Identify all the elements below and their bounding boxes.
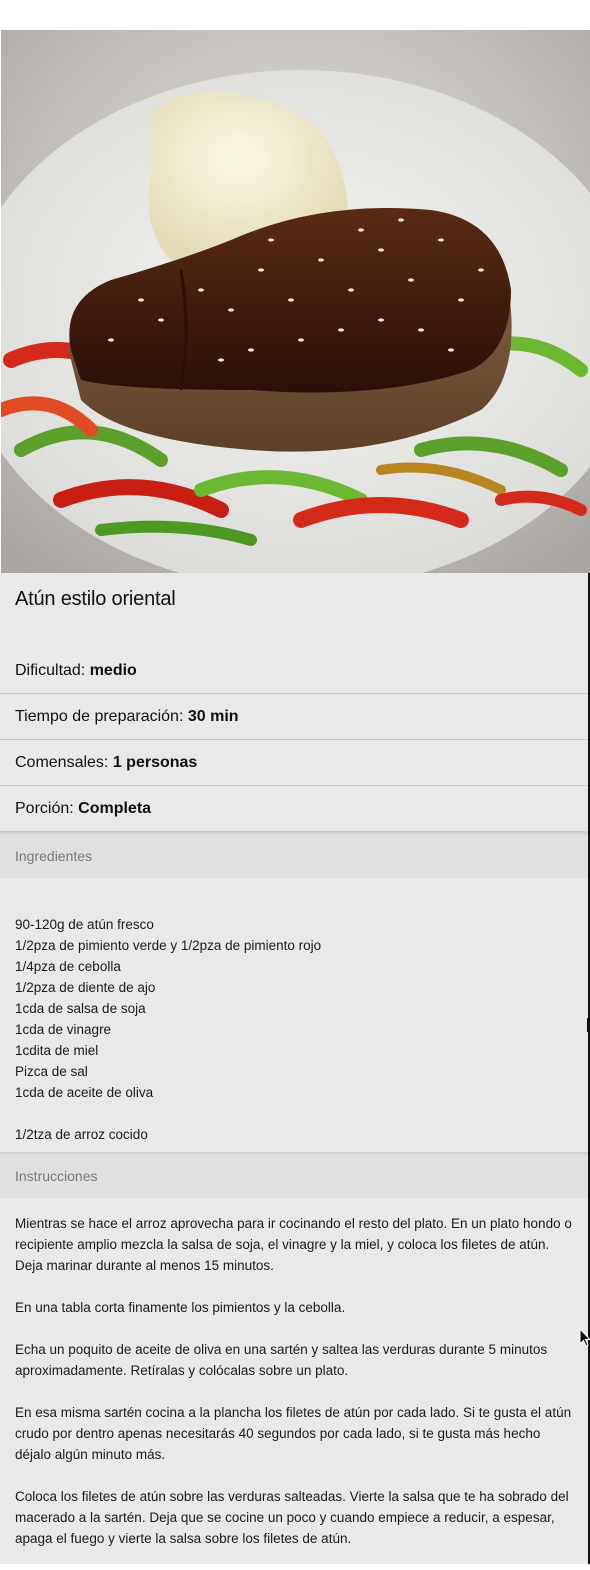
prep-time-row: Tiempo de preparación: 30 min xyxy=(0,694,588,740)
ingredient-item: 1cdita de miel xyxy=(15,1043,99,1058)
difficulty-label: Dificultad: xyxy=(15,662,86,679)
ingredients-heading: Ingredientes xyxy=(0,832,588,878)
ingredient-item: 1cda de aceite de oliva xyxy=(15,1085,154,1100)
mouse-pointer-icon xyxy=(579,1327,590,1353)
instructions-heading: Instrucciones xyxy=(0,1152,588,1198)
ingredient-item: 1/4pza de cebolla xyxy=(15,959,121,974)
portion-value: Completa xyxy=(78,800,152,817)
ingredients-list: 90-120g de atún fresco 1/2pza de pimient… xyxy=(15,914,321,1145)
instruction-step: Echa un poquito de aceite de oliva en un… xyxy=(15,1342,548,1378)
prep-time-value: 30 min xyxy=(187,708,239,725)
ingredient-item: 1cda de vinagre xyxy=(15,1022,112,1037)
ingredient-item: 1/2pza de diente de ajo xyxy=(15,980,156,995)
instruction-step: Mientras se hace el arroz aprovecha para… xyxy=(15,1216,572,1273)
difficulty-value: medio xyxy=(89,662,137,679)
ingredient-item: 90-120g de atún fresco xyxy=(15,917,154,932)
ingredient-item: Pizca de sal xyxy=(15,1064,88,1079)
instruction-step: Coloca los filetes de atún sobre las ver… xyxy=(15,1489,569,1546)
prep-time-label: Tiempo de preparación: xyxy=(15,708,184,725)
instruction-step: En una tabla corta finamente los pimient… xyxy=(15,1300,346,1315)
recipe-photo-illustration xyxy=(1,30,590,573)
servings-row: Comensales: 1 personas xyxy=(0,740,588,786)
recipe-title: Atún estilo oriental xyxy=(15,588,176,610)
portion-row: Porción: Completa xyxy=(0,786,588,832)
instruction-step: En esa misma sartén cocina a la plancha … xyxy=(15,1405,572,1462)
portion-label: Porción: xyxy=(15,800,74,817)
instructions-list: Mientras se hace el arroz aprovecha para… xyxy=(15,1213,575,1570)
servings-label: Comensales: xyxy=(15,754,109,771)
servings-value: 1 personas xyxy=(112,754,198,771)
ingredient-item: 1/2tza de arroz cocido xyxy=(15,1127,148,1142)
difficulty-row: Dificultad: medio xyxy=(0,648,588,694)
recipe-panel: Atún estilo oriental Dificultad: medio T… xyxy=(0,573,590,1564)
recipe-photo xyxy=(1,30,590,573)
ingredient-item: 1/2pza de pimiento verde y 1/2pza de pim… xyxy=(15,938,322,953)
ingredient-item: 1cda de salsa de soja xyxy=(15,1001,146,1016)
